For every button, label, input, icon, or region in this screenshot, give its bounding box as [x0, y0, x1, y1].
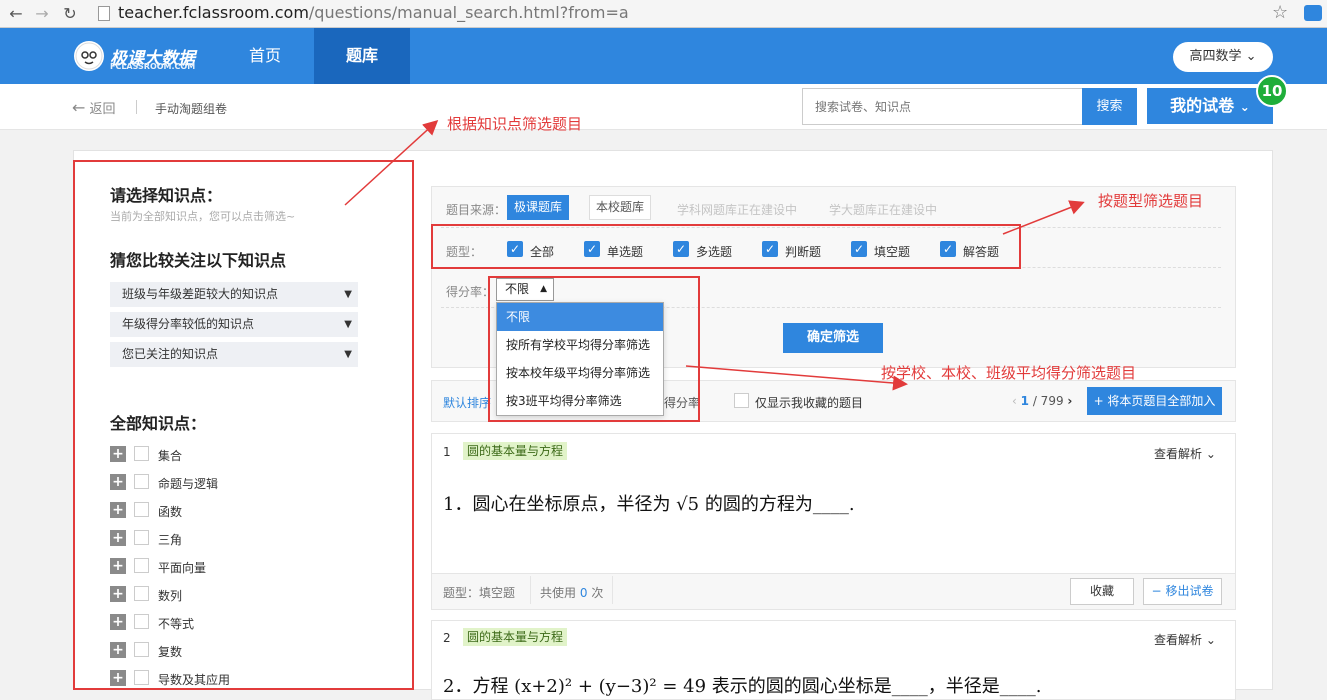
arrow-knowledge — [344, 119, 439, 206]
arrow-rate — [685, 365, 908, 391]
arrow-type — [1002, 200, 1085, 235]
annotation-arrows — [344, 119, 1085, 391]
